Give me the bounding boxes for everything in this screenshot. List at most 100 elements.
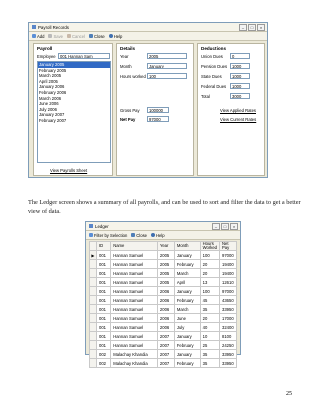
cell-name[interactable]: Hannan Samuel	[110, 277, 158, 287]
cell-id[interactable]: 001	[95, 340, 112, 350]
cell-year[interactable]: 2005	[156, 277, 175, 287]
help-button[interactable]: Help	[108, 34, 122, 39]
cell-net-pay[interactable]: 97000	[219, 250, 237, 260]
view-payrolls-sheet-link[interactable]: View Payrolls Sheet	[50, 168, 87, 173]
minimize-button[interactable]: –	[239, 24, 247, 31]
cell-name[interactable]: Hannan Samuel	[110, 331, 158, 341]
employee-select[interactable]: 001 Hannan Sam	[58, 53, 110, 59]
month-field[interactable]: January	[147, 63, 187, 69]
cell-year[interactable]: 2006	[156, 322, 175, 332]
table-row[interactable]: 001 Hannan Samuel 2006 January 100 97000	[89, 286, 237, 296]
filter-by-selection-button[interactable]: Filter by Selection	[89, 233, 127, 238]
row-selector[interactable]	[89, 340, 97, 350]
cell-year[interactable]: 2007	[156, 331, 175, 341]
cell-hours-worked[interactable]: 13	[199, 277, 221, 287]
cell-net-pay[interactable]: 19400	[219, 268, 237, 278]
cell-id[interactable]: 002	[95, 349, 112, 359]
cell-hours-worked[interactable]: 35	[199, 304, 221, 314]
cell-month[interactable]: July	[173, 322, 201, 332]
table-row[interactable]: 002 Malachay Khandia 2007 January 35 33950	[89, 349, 237, 359]
cell-net-pay[interactable]: 32400	[219, 322, 237, 332]
current-row-indicator[interactable]: ▶	[89, 250, 97, 260]
gross-pay-field[interactable]: 100000	[147, 107, 169, 113]
cell-name[interactable]: Hannan Samuel	[110, 259, 158, 269]
cell-year[interactable]: 2007	[156, 349, 175, 359]
cell-month[interactable]: February	[173, 358, 201, 368]
table-row[interactable]: 001 Hannan Samuel 2005 March 20 19400	[89, 268, 237, 278]
cell-year[interactable]: 2007	[156, 340, 175, 350]
table-row[interactable]: 001 Hannan Samuel 2006 June 20 17000	[89, 313, 237, 323]
cell-year[interactable]: 2007	[156, 358, 175, 368]
cell-hours-worked[interactable]: 10	[199, 331, 221, 341]
cell-id[interactable]: 001	[95, 268, 112, 278]
column-header-net-pay[interactable]: Net Pay	[219, 241, 237, 251]
state-dues-field[interactable]: 1000	[230, 73, 250, 79]
row-selector[interactable]	[89, 259, 97, 269]
cell-month[interactable]: January	[173, 250, 201, 260]
row-selector[interactable]	[89, 268, 97, 278]
maximize-button[interactable]: □	[221, 223, 229, 230]
view-applied-rates-link[interactable]: View Applied Rates	[220, 108, 256, 113]
cell-id[interactable]: 001	[95, 259, 112, 269]
cell-name[interactable]: Hannan Samuel	[110, 322, 158, 332]
table-row[interactable]: 001 Hannan Samuel 2006 March 35 33950	[89, 304, 237, 314]
cell-hours-worked[interactable]: 20	[199, 268, 221, 278]
table-row[interactable]: 001 Hannan Samuel 2006 February 45 43650	[89, 295, 237, 305]
cell-name[interactable]: Hannan Samuel	[110, 304, 158, 314]
cell-month[interactable]: March	[173, 268, 201, 278]
cell-id[interactable]: 001	[95, 295, 112, 305]
cell-name[interactable]: Hannan Samuel	[110, 295, 158, 305]
cell-net-pay[interactable]: 12610	[219, 277, 237, 287]
cell-net-pay[interactable]: 97000	[219, 286, 237, 296]
row-selector[interactable]	[89, 286, 97, 296]
cell-net-pay[interactable]: 24250	[219, 340, 237, 350]
row-selector[interactable]	[89, 349, 97, 359]
cell-hours-worked[interactable]: 35	[199, 349, 221, 359]
close-window-button[interactable]: ×	[257, 24, 265, 31]
cell-hours-worked[interactable]: 25	[199, 340, 221, 350]
cancel-button[interactable]: Cancel	[67, 34, 85, 39]
cell-month[interactable]: June	[173, 313, 201, 323]
cell-net-pay[interactable]: 17000	[219, 313, 237, 323]
close-window-button[interactable]: ×	[230, 223, 238, 230]
cell-net-pay[interactable]: 33950	[219, 304, 237, 314]
row-selector[interactable]	[89, 358, 97, 368]
cell-hours-worked[interactable]: 35	[199, 358, 221, 368]
cell-id[interactable]: 001	[95, 313, 112, 323]
view-current-rates-link[interactable]: View Current Rates	[220, 117, 256, 122]
cell-month[interactable]: February	[173, 295, 201, 305]
cell-id[interactable]: 001	[95, 331, 112, 341]
cell-hours-worked[interactable]: 100	[199, 286, 221, 296]
table-row[interactable]: 002 Malachay Khandia 2007 February 35 33950	[89, 358, 237, 368]
cell-year[interactable]: 2005	[156, 259, 175, 269]
row-selector[interactable]	[89, 304, 97, 314]
total-field[interactable]: 3000	[230, 93, 250, 99]
cell-name[interactable]: Hannan Samuel	[110, 268, 158, 278]
cell-year[interactable]: 2005	[156, 250, 175, 260]
cell-hours-worked[interactable]: 20	[199, 259, 221, 269]
cell-net-pay[interactable]: 8100	[219, 331, 237, 341]
row-selector[interactable]	[89, 277, 97, 287]
cell-id[interactable]: 001	[95, 322, 112, 332]
cell-month[interactable]: February	[173, 340, 201, 350]
pension-dues-field[interactable]: 1000	[230, 63, 250, 69]
minimize-button[interactable]: –	[212, 223, 220, 230]
net-pay-field[interactable]: 97000	[147, 116, 169, 122]
cell-year[interactable]: 2006	[156, 313, 175, 323]
cell-id[interactable]: 002	[95, 358, 112, 368]
cell-net-pay[interactable]: 33950	[219, 358, 237, 368]
cell-hours-worked[interactable]: 20	[199, 313, 221, 323]
column-header-month[interactable]: Month	[173, 241, 201, 251]
table-row[interactable]: 001 Hannan Samuel 2007 February 25 24250	[89, 340, 237, 350]
column-header-id[interactable]: ID	[95, 241, 112, 251]
column-header-name[interactable]: Name	[110, 241, 158, 251]
column-header-hours-worked[interactable]: Hours Worked	[199, 241, 221, 251]
cell-month[interactable]: January	[173, 286, 201, 296]
help-button[interactable]: Help	[151, 233, 165, 238]
cell-name[interactable]: Hannan Samuel	[110, 250, 158, 260]
union-dues-field[interactable]: 0	[230, 53, 250, 59]
row-selector[interactable]	[89, 295, 97, 305]
cell-name[interactable]: Hannan Samuel	[110, 313, 158, 323]
cell-year[interactable]: 2006	[156, 295, 175, 305]
row-selector[interactable]	[89, 331, 97, 341]
